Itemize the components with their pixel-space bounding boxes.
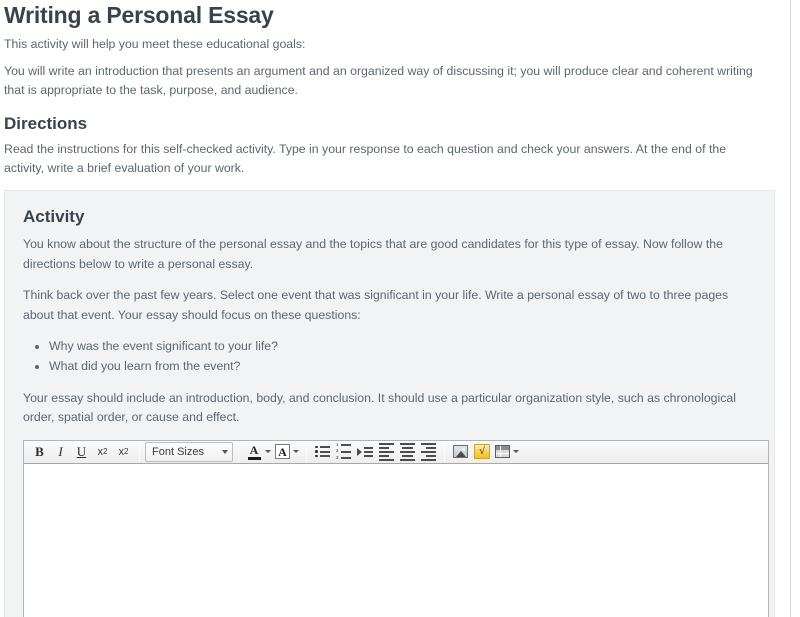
directions-heading: Directions xyxy=(4,114,88,134)
essay-textarea[interactable] xyxy=(23,463,769,617)
activity-paragraph-3: Your essay should include an introductio… xyxy=(23,390,736,425)
toolbar-group-text-style: B I U x2 x2 xyxy=(26,441,137,463)
editor-toolbar: B I U x2 x2 Font Sizes A A 1 2 3 √ xyxy=(23,439,769,464)
chevron-down-icon[interactable] xyxy=(513,450,519,454)
font-sizes-dropdown[interactable]: Font Sizes xyxy=(145,441,233,462)
image-glyph xyxy=(453,445,468,459)
indent-icon[interactable] xyxy=(354,442,376,462)
toolbar-group-lists-align: 1 2 3 xyxy=(309,441,442,463)
text-color-swatch xyxy=(247,456,261,460)
list-item: Why was the event significant to your li… xyxy=(49,337,756,357)
insert-equation-icon[interactable]: √ xyxy=(471,442,493,462)
toolbar-group-font: Font Sizes xyxy=(142,441,236,463)
activity-question-list: Why was the event significant to your li… xyxy=(23,337,756,377)
toolbar-divider xyxy=(444,441,445,462)
page-root: Writing a Personal Essay This activity w… xyxy=(0,0,800,617)
toolbar-group-colors: A A xyxy=(241,441,304,463)
activity-heading: Activity xyxy=(23,207,85,227)
bulleted-list-icon[interactable] xyxy=(312,442,333,462)
font-sizes-label: Font Sizes xyxy=(152,445,204,458)
numbered-list-glyph: 1 2 3 xyxy=(336,442,351,461)
rich-text-editor: B I U x2 x2 Font Sizes A A 1 2 3 √ xyxy=(23,439,769,617)
highlight-color-button[interactable]: A xyxy=(273,442,301,462)
align-left-glyph xyxy=(379,442,394,461)
document-content: Writing a Personal Essay This activity w… xyxy=(0,0,790,617)
numbered-list-icon[interactable]: 1 2 3 xyxy=(333,442,354,462)
toolbar-divider xyxy=(238,441,239,462)
align-right-icon[interactable] xyxy=(418,442,439,462)
align-center-icon[interactable] xyxy=(397,442,418,462)
toolbar-divider xyxy=(306,441,307,462)
right-gutter xyxy=(790,0,800,617)
text-color-glyph: A xyxy=(249,442,259,457)
subscript-icon[interactable]: x2 xyxy=(113,442,134,462)
text-color-button[interactable]: A xyxy=(244,442,273,462)
toolbar-group-insert: √ xyxy=(447,441,524,463)
activity-paragraph-2: Think back over the past few years. Sele… xyxy=(23,288,729,322)
highlight-color-glyph: A xyxy=(278,444,287,459)
insert-image-icon[interactable] xyxy=(450,442,471,462)
toolbar-divider xyxy=(139,441,140,462)
text-color-icon: A xyxy=(246,444,262,460)
bold-icon[interactable]: B xyxy=(29,442,50,462)
superscript-exponent: 2 xyxy=(103,447,108,457)
page-title: Writing a Personal Essay xyxy=(4,2,274,28)
highlight-color-icon: A xyxy=(275,444,290,460)
indent-glyph xyxy=(357,446,373,457)
bulleted-list-glyph xyxy=(315,445,330,458)
chevron-down-icon[interactable] xyxy=(293,450,299,454)
insert-table-button[interactable] xyxy=(493,442,521,462)
superscript-icon[interactable]: x2 xyxy=(92,442,113,462)
subscript-index: 2 xyxy=(124,447,129,457)
list-item: What did you learn from the event? xyxy=(49,357,756,377)
activity-panel: Activity You know about the structure of… xyxy=(4,190,775,617)
activity-paragraph-1: You know about the structure of the pers… xyxy=(23,237,723,271)
italic-icon[interactable]: I xyxy=(50,442,71,462)
chevron-down-icon xyxy=(222,449,228,454)
chevron-down-icon[interactable] xyxy=(265,450,271,454)
directions-body-text: Read the instructions for this self-chec… xyxy=(4,142,727,176)
align-left-icon[interactable] xyxy=(376,442,397,462)
intro-body-text: You will write an introduction that pres… xyxy=(4,64,753,98)
align-center-glyph xyxy=(400,442,415,461)
align-right-glyph xyxy=(421,442,436,461)
intro-lead-text: This activity will help you meet these e… xyxy=(4,37,306,51)
underline-icon[interactable]: U xyxy=(71,442,92,462)
equation-glyph: √ xyxy=(474,444,490,460)
insert-table-icon xyxy=(495,445,510,459)
